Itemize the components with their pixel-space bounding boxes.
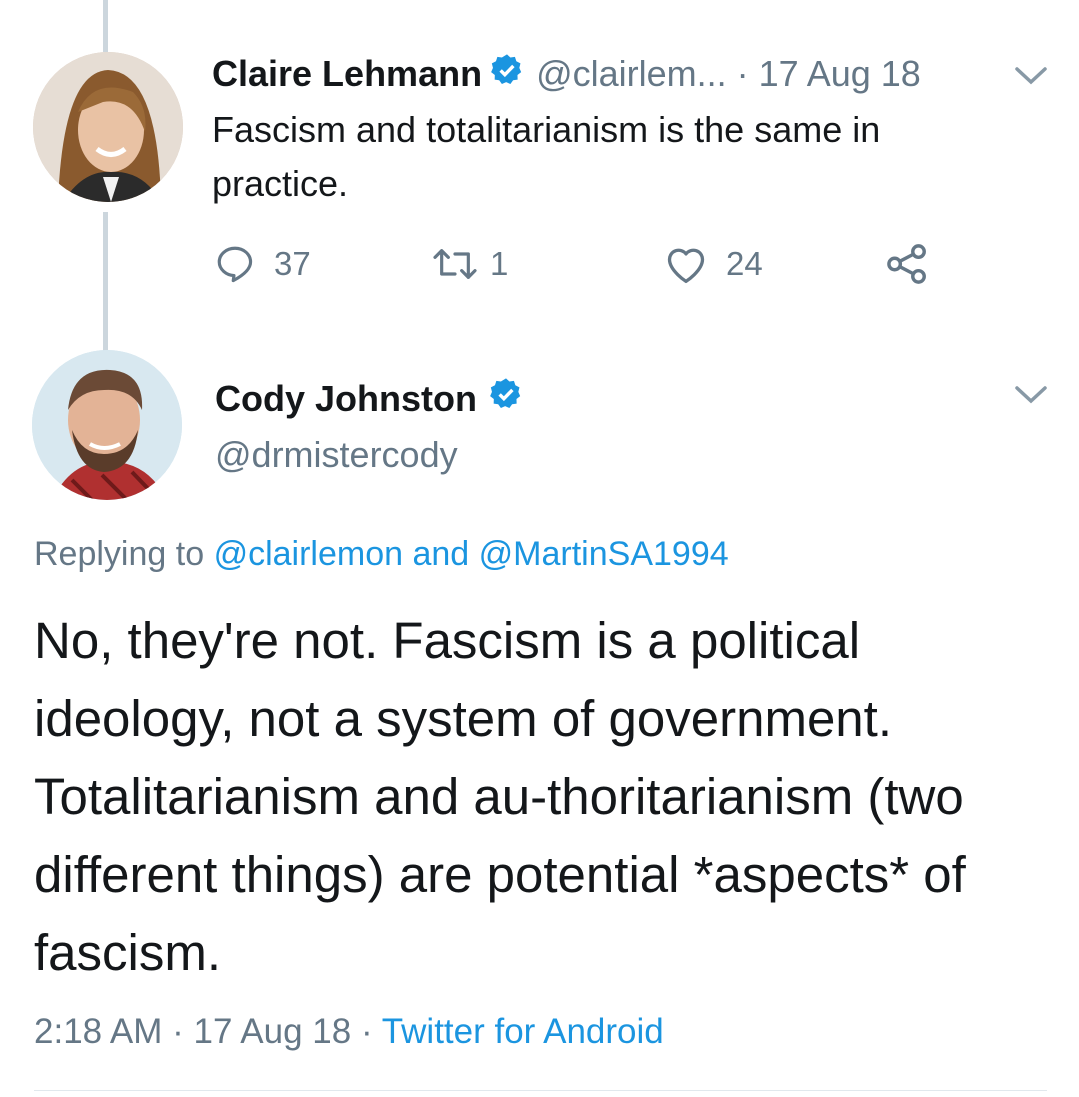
claire-avatar[interactable]	[33, 52, 183, 202]
replying-to-line: Replying to @clairlemon and @MartinSA199…	[34, 535, 729, 574]
like-action[interactable]: 24	[664, 243, 763, 285]
thread-line-top	[103, 0, 108, 52]
reply-action[interactable]: 37	[214, 243, 311, 285]
separator-dot: ·	[736, 53, 749, 94]
retweet-count: 1	[490, 245, 509, 282]
main-author-name-text: Cody Johnston	[215, 377, 477, 419]
reply-count: 37	[274, 245, 311, 282]
parent-tweet-header: Claire Lehmann @clairlem... · 17 Aug 18	[212, 52, 921, 96]
reply-icon	[217, 246, 253, 283]
meta-dot-2: ·	[360, 1012, 373, 1051]
main-chevron-down-icon[interactable]	[1014, 385, 1048, 410]
parent-chevron-down-icon[interactable]	[1014, 66, 1048, 91]
heart-icon	[667, 248, 705, 284]
woman-avatar-icon	[33, 52, 183, 202]
bearded-man-avatar-icon	[32, 350, 182, 500]
replying-prefix: Replying to	[34, 535, 205, 573]
share-icon	[887, 244, 926, 284]
tweet-meta-line: 2:18 AM · 17 Aug 18 · Twitter for Androi…	[34, 1012, 664, 1052]
like-count: 24	[726, 245, 763, 282]
tweet-date[interactable]: 17 Aug 18	[194, 1012, 352, 1051]
parent-handle[interactable]: @clairlem...	[536, 53, 727, 95]
main-author-name[interactable]: Cody Johnston	[215, 377, 523, 420]
reply-and: and	[412, 535, 470, 573]
reply-mention-1[interactable]: @clairlemon	[214, 535, 403, 573]
main-handle[interactable]: @drmistercody	[215, 434, 458, 476]
tweet-time[interactable]: 2:18 AM	[34, 1012, 162, 1051]
retweet-icon	[433, 249, 477, 279]
meta-dot-1: ·	[172, 1012, 184, 1051]
parent-author-name[interactable]: Claire Lehmann	[212, 53, 482, 95]
thread-line-bottom	[103, 212, 108, 352]
verified-badge-icon	[489, 377, 523, 420]
main-tweet-text: No, they're not. Fascism is a political …	[34, 612, 966, 981]
share-action[interactable]	[885, 243, 949, 285]
cody-avatar[interactable]	[32, 350, 182, 500]
tweet-source-link[interactable]: Twitter for Android	[382, 1012, 664, 1051]
retweet-action[interactable]: 1	[430, 243, 508, 285]
verified-badge-icon	[490, 53, 524, 96]
parent-date[interactable]: 17 Aug 18	[759, 53, 921, 95]
divider	[34, 1090, 1047, 1091]
reply-mention-2[interactable]: @MartinSA1994	[479, 535, 729, 573]
parent-tweet-text: Fascism and totalitarianism is the same …	[212, 109, 881, 204]
